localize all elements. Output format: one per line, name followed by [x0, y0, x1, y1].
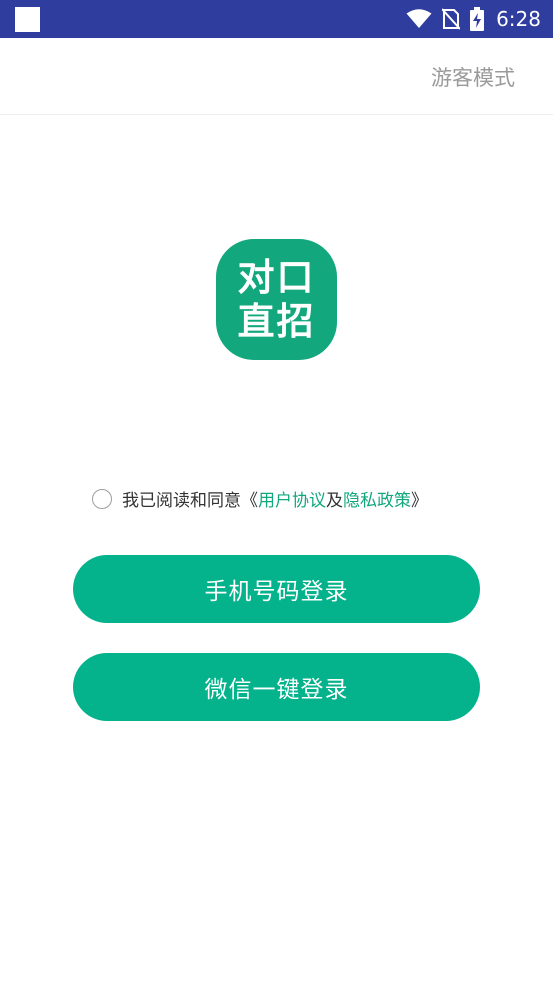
battery-charging-icon	[470, 7, 485, 31]
logo-text-line2: 直招	[237, 299, 316, 343]
agreement-prefix: 我已阅读和同意《	[122, 491, 258, 511]
no-sim-icon	[442, 8, 461, 30]
status-icons: 6:28	[406, 0, 541, 38]
notification-icon	[15, 7, 40, 32]
status-time: 6:28	[496, 7, 541, 31]
agreement-conjunction: 及	[326, 491, 343, 511]
wechat-login-button[interactable]: 微信一键登录	[73, 653, 480, 721]
phone-login-label: 手机号码登录	[204, 579, 349, 605]
status-bar: 6:28	[0, 0, 553, 38]
privacy-policy-link[interactable]: 隐私政策	[343, 486, 411, 511]
guest-mode-button[interactable]: 游客模式	[431, 62, 515, 92]
agreement-checkbox[interactable]	[92, 488, 112, 509]
app-logo: 对口 直招	[216, 239, 337, 360]
logo-text-line1: 对口	[237, 255, 316, 299]
agreement-row: 我已阅读和同意《 用户协议 及 隐私政策 》	[92, 486, 428, 511]
agreement-suffix: 》	[411, 491, 428, 511]
toolbar: 游客模式	[0, 38, 553, 115]
phone-login-button[interactable]: 手机号码登录	[73, 555, 480, 623]
wechat-login-label: 微信一键登录	[204, 677, 349, 703]
wifi-icon	[406, 9, 432, 29]
user-agreement-link[interactable]: 用户协议	[258, 486, 326, 511]
